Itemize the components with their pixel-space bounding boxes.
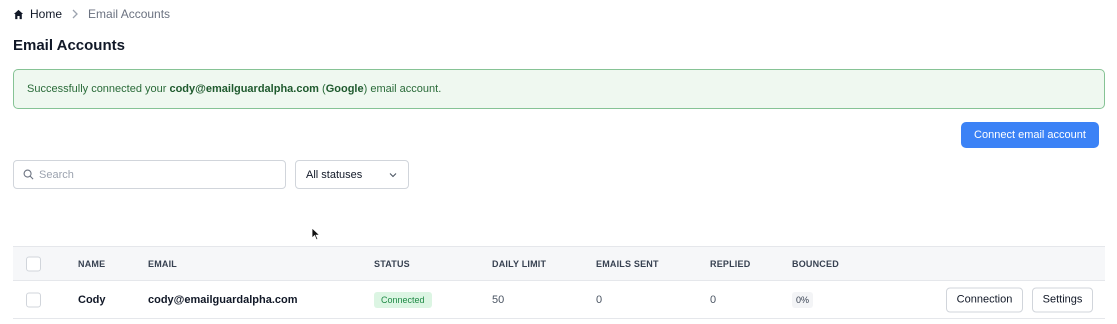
- alert-provider: Google: [325, 83, 364, 95]
- column-header-email[interactable]: EMAIL: [148, 259, 177, 269]
- search-box[interactable]: [13, 160, 286, 189]
- column-header-daily-limit[interactable]: DAILY LIMIT: [492, 259, 546, 269]
- replied-value: 0: [710, 293, 717, 306]
- email-accounts-table: NAME EMAIL STATUS DAILY LIMIT EMAILS SEN…: [13, 246, 1105, 319]
- status-cell: Connected: [374, 291, 432, 308]
- alert-suffix: email account.: [367, 83, 442, 95]
- breadcrumb-home-link[interactable]: Home: [30, 7, 62, 21]
- column-header-bounced[interactable]: BOUNCED: [792, 259, 839, 269]
- alert-email: cody@emailguardalpha.com: [169, 83, 319, 95]
- daily-limit-value: 50: [492, 293, 505, 306]
- column-header-replied[interactable]: REPLIED: [710, 259, 750, 269]
- table-row[interactable]: Cody cody@emailguardalpha.com Connected …: [13, 281, 1105, 319]
- settings-button[interactable]: Settings: [1032, 287, 1093, 312]
- account-email: cody@emailguardalpha.com: [148, 293, 298, 306]
- column-header-name[interactable]: NAME: [78, 259, 105, 269]
- search-icon: [23, 169, 34, 180]
- page-title: Email Accounts: [13, 37, 125, 54]
- select-all-checkbox[interactable]: [26, 256, 41, 271]
- account-name: Cody: [78, 293, 106, 306]
- chevron-right-icon: [71, 9, 79, 19]
- bounced-cell: 0%: [792, 291, 814, 308]
- emails-sent-value: 0: [596, 293, 603, 306]
- success-alert: Successfully connected your cody@emailgu…: [13, 69, 1105, 109]
- connect-email-account-button[interactable]: Connect email account: [961, 122, 1099, 148]
- chevron-down-icon: [389, 171, 397, 179]
- column-header-emails-sent[interactable]: EMAILS SENT: [596, 259, 659, 269]
- status-filter-value: All statuses: [306, 168, 363, 181]
- row-select-checkbox[interactable]: [26, 292, 41, 307]
- alert-prefix: Successfully connected your: [27, 83, 170, 95]
- search-input[interactable]: [39, 168, 269, 181]
- mouse-cursor-icon: [311, 227, 321, 241]
- bounced-badge: 0%: [792, 291, 814, 308]
- home-icon[interactable]: [13, 9, 24, 20]
- breadcrumb-current: Email Accounts: [88, 7, 171, 21]
- status-badge: Connected: [374, 291, 432, 308]
- column-header-status[interactable]: STATUS: [374, 259, 410, 269]
- connection-button[interactable]: Connection: [946, 287, 1023, 312]
- table-header: NAME EMAIL STATUS DAILY LIMIT EMAILS SEN…: [13, 246, 1105, 281]
- breadcrumb: Home Email Accounts: [13, 7, 170, 21]
- alert-provider-open: (: [318, 83, 326, 95]
- status-filter-select[interactable]: All statuses: [295, 160, 409, 189]
